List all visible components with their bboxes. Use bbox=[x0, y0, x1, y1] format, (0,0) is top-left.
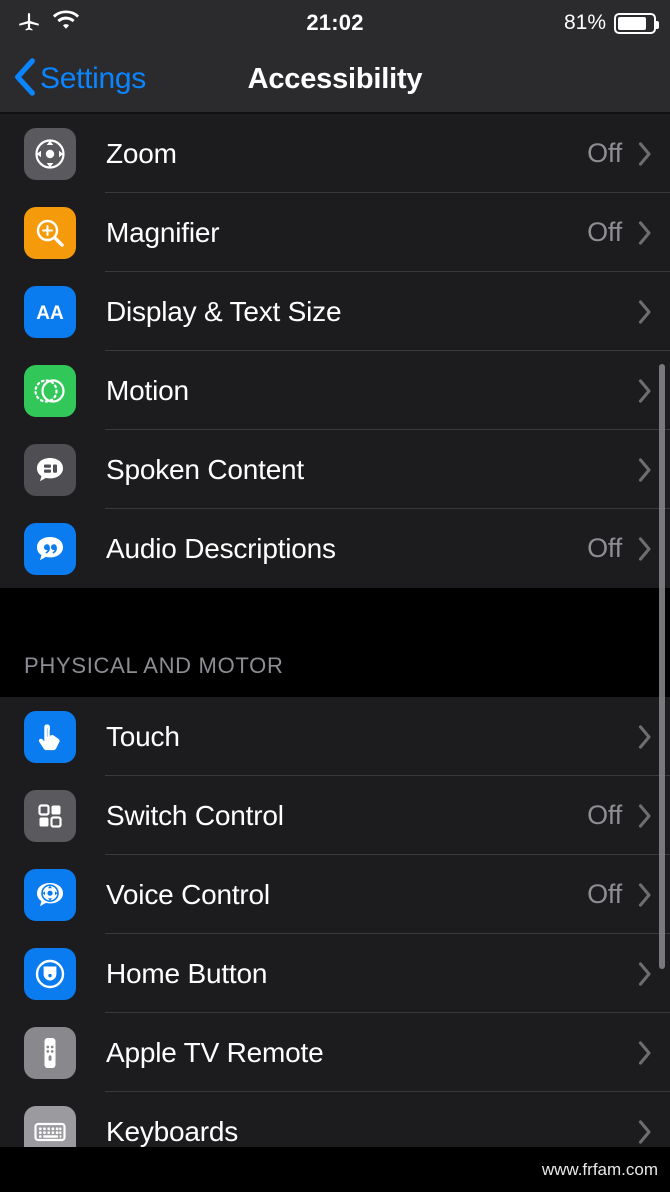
zoom-icon bbox=[24, 127, 76, 180]
chevron-right-icon bbox=[638, 536, 652, 561]
status-bar: 21:02 81% bbox=[0, 0, 670, 46]
settings-row-switch-control[interactable]: Switch Control Off bbox=[0, 776, 670, 855]
chevron-right-icon bbox=[638, 961, 652, 986]
touch-icon bbox=[24, 710, 76, 763]
settings-row-apple-tv-remote[interactable]: Apple TV Remote bbox=[0, 1013, 670, 1092]
settings-row-value: Off bbox=[587, 879, 622, 909]
magnifier-icon bbox=[24, 206, 76, 259]
settings-scroll-area[interactable]: Zoom Off Magnifier Off AA Display & Text… bbox=[0, 114, 670, 1171]
chevron-right-icon bbox=[638, 299, 652, 324]
settings-row-label: Spoken Content bbox=[106, 453, 305, 485]
settings-row-motion[interactable]: Motion bbox=[0, 351, 670, 430]
settings-row-label: Switch Control bbox=[106, 799, 284, 831]
settings-row-spoken-content[interactable]: Spoken Content bbox=[0, 430, 670, 509]
chevron-left-icon bbox=[12, 57, 38, 101]
watermark-label: www.frfam.com bbox=[541, 1159, 658, 1179]
switch-control-icon bbox=[24, 789, 76, 842]
navigation-bar: Settings Accessibility bbox=[0, 46, 670, 112]
battery-percent-label: 81% bbox=[563, 11, 606, 34]
airplane-mode-icon bbox=[16, 8, 42, 39]
section-header-label: PHYSICAL AND MOTOR bbox=[24, 653, 284, 678]
home-button-icon bbox=[24, 947, 76, 1000]
chevron-right-icon bbox=[638, 1040, 652, 1065]
settings-row-label: Touch bbox=[106, 720, 180, 752]
settings-row-voice-control[interactable]: Voice Control Off bbox=[0, 855, 670, 934]
chevron-right-icon bbox=[638, 724, 652, 749]
settings-row-label: Apple TV Remote bbox=[106, 1036, 324, 1068]
vertical-scrollbar[interactable] bbox=[659, 364, 665, 969]
chevron-right-icon bbox=[638, 378, 652, 403]
settings-row-label: Keyboards bbox=[106, 1115, 239, 1147]
settings-row-display-text-size[interactable]: AA Display & Text Size bbox=[0, 272, 670, 351]
chevron-right-icon bbox=[638, 1119, 652, 1144]
chevron-right-icon bbox=[638, 141, 652, 166]
back-button-label: Settings bbox=[40, 62, 146, 95]
battery-icon bbox=[614, 12, 659, 34]
settings-row-label: Zoom bbox=[106, 137, 177, 169]
settings-row-touch[interactable]: Touch bbox=[0, 697, 670, 776]
back-button[interactable]: Settings bbox=[12, 57, 146, 101]
settings-row-audio-descriptions[interactable]: Audio Descriptions Off bbox=[0, 509, 670, 588]
settings-row-value: Off bbox=[587, 217, 622, 247]
settings-row-label: Audio Descriptions bbox=[106, 532, 336, 564]
wifi-icon bbox=[52, 9, 80, 37]
settings-row-value: Off bbox=[587, 533, 622, 563]
settings-row-home-button[interactable]: Home Button bbox=[0, 934, 670, 1013]
settings-group-physical-and-motor: Touch Switch Control Off Voice Control O… bbox=[0, 697, 670, 1171]
section-header-physical-and-motor: PHYSICAL AND MOTOR bbox=[0, 588, 670, 697]
settings-row-label: Display & Text Size bbox=[106, 295, 342, 327]
motion-icon bbox=[24, 364, 76, 417]
chevron-right-icon bbox=[638, 220, 652, 245]
svg-text:AA: AA bbox=[36, 303, 64, 324]
settings-group-vision: Zoom Off Magnifier Off AA Display & Text… bbox=[0, 114, 670, 588]
display-text-size-icon: AA bbox=[24, 285, 76, 338]
status-bar-right: 81% bbox=[563, 11, 659, 35]
settings-row-value: Off bbox=[587, 800, 622, 830]
settings-row-label: Home Button bbox=[106, 957, 268, 989]
settings-row-label: Voice Control bbox=[106, 878, 270, 910]
settings-row-label: Magnifier bbox=[106, 216, 220, 248]
chevron-right-icon bbox=[638, 457, 652, 482]
apple-tv-remote-icon bbox=[24, 1026, 76, 1079]
settings-row-zoom[interactable]: Zoom Off bbox=[0, 114, 670, 193]
settings-row-value: Off bbox=[587, 138, 622, 168]
settings-row-label: Motion bbox=[106, 374, 189, 406]
chevron-right-icon bbox=[638, 803, 652, 828]
audio-descriptions-icon bbox=[24, 522, 76, 575]
chevron-right-icon bbox=[638, 882, 652, 907]
voice-control-icon bbox=[24, 868, 76, 921]
status-bar-left bbox=[16, 8, 80, 39]
settings-row-magnifier[interactable]: Magnifier Off bbox=[0, 193, 670, 272]
footer-watermark-bar: www.frfam.com bbox=[0, 1147, 670, 1192]
spoken-content-icon bbox=[24, 443, 76, 496]
